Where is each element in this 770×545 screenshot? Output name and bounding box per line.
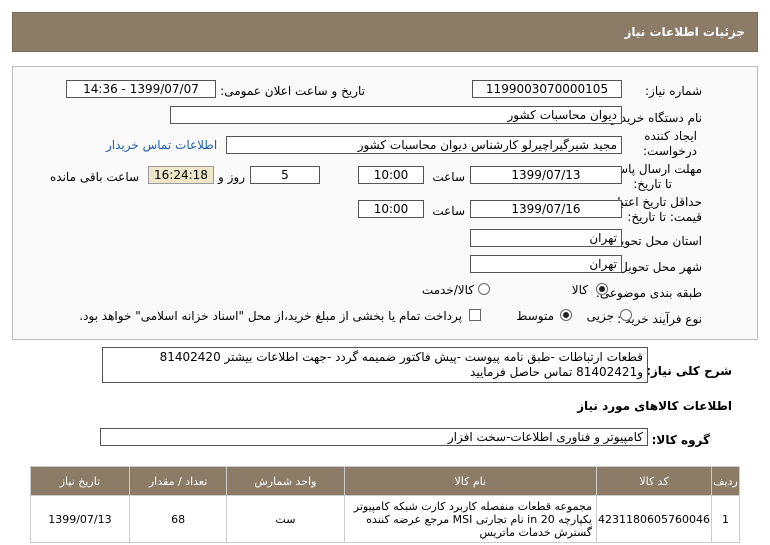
goods-table: ردیف کد کالا نام کالا واحد شمارش تعداد /… bbox=[30, 466, 740, 543]
city-label: شهر محل تحویل: bbox=[615, 260, 702, 274]
col-row: ردیف bbox=[711, 466, 740, 496]
cell-code: 4231180605760046 bbox=[596, 495, 713, 543]
remaining-time-field: 16:24:18 bbox=[148, 166, 214, 184]
deadline-time-label: ساعت bbox=[432, 170, 465, 184]
purchase-medium-radio[interactable] bbox=[560, 309, 572, 321]
category-goods-label: کالا bbox=[571, 283, 588, 297]
days-field[interactable]: 5 bbox=[250, 166, 320, 184]
category-label: طبقه بندی موضوعی: bbox=[595, 286, 702, 300]
description-box: قطعات ارتباطات -طبق نامه پیوست -پیش فاکت… bbox=[102, 347, 648, 383]
validity-time-field[interactable]: 10:00 bbox=[358, 200, 424, 218]
validity-date-field[interactable]: 1399/07/16 bbox=[470, 200, 622, 218]
creator-label-1: ایجاد کننده bbox=[644, 129, 697, 143]
validity-label-1: حداقل تاریخ اعتبار bbox=[611, 195, 702, 209]
remaining-label: ساعت باقی مانده bbox=[50, 170, 140, 184]
treasury-note: پرداخت تمام یا بخشی از مبلغ خرید،از محل … bbox=[79, 309, 462, 323]
days-label: روز و bbox=[218, 170, 245, 184]
col-qty: تعداد / مقدار bbox=[128, 466, 228, 496]
validity-time-label: ساعت bbox=[432, 204, 465, 218]
announce-label: تاریخ و ساعت اعلان عمومی: bbox=[220, 84, 365, 98]
city-field[interactable]: تهران bbox=[470, 255, 622, 273]
deadline-time-field[interactable]: 10:00 bbox=[358, 166, 424, 184]
col-code: کد کالا bbox=[596, 466, 713, 496]
col-unit: واحد شمارش bbox=[226, 466, 345, 496]
purchase-medium-label: متوسط bbox=[516, 309, 554, 323]
deadline-date-field[interactable]: 1399/07/13 bbox=[470, 166, 622, 184]
purchase-minor-label: جزیی bbox=[586, 309, 614, 323]
goods-table-header: ردیف کد کالا نام کالا واحد شمارش تعداد /… bbox=[30, 466, 740, 496]
buyer-org-field[interactable]: دیوان محاسبات کشور bbox=[170, 106, 622, 124]
deadline-label-2: تا تاریخ: bbox=[633, 177, 672, 191]
category-goods-service-radio[interactable] bbox=[478, 283, 490, 295]
table-row[interactable]: 1 4231180605760046 مجموعه قطعات منفصله ک… bbox=[30, 495, 740, 543]
col-date: تاریخ نیاز bbox=[30, 466, 130, 496]
cell-unit: ست bbox=[226, 495, 345, 543]
validity-label-2: قیمت: تا تاریخ: bbox=[627, 210, 702, 224]
page-header: جزئیات اطلاعات نیاز bbox=[12, 12, 758, 52]
goods-section-title: اطلاعات کالاهای مورد نیاز bbox=[577, 399, 732, 413]
creator-label-2: درخواست: bbox=[643, 144, 697, 158]
goods-group-label: گروه کالا: bbox=[651, 433, 710, 447]
col-name: نام کالا bbox=[343, 466, 598, 496]
category-goods-radio[interactable] bbox=[596, 283, 608, 295]
cell-date: 1399/07/13 bbox=[30, 495, 130, 543]
description-label: شرح کلی نیاز: bbox=[646, 364, 732, 378]
purchase-minor-radio[interactable] bbox=[620, 309, 632, 321]
need-number-label: شماره نیاز: bbox=[645, 84, 702, 98]
need-number-field[interactable]: 1199003070000105 bbox=[472, 80, 622, 98]
goods-group-field[interactable]: کامپیوتر و فناوری اطلاعات-سخت افزار bbox=[100, 428, 648, 446]
page-title: جزئیات اطلاعات نیاز bbox=[624, 25, 745, 39]
cell-name: مجموعه قطعات منفصله کاربرد کارت شبکه کام… bbox=[343, 495, 598, 543]
buyer-contact-link[interactable]: اطلاعات تماس خریدار bbox=[106, 138, 217, 152]
category-goods-service-label: کالا/خدمت bbox=[421, 283, 474, 297]
treasury-checkbox[interactable] bbox=[469, 309, 481, 321]
announce-field[interactable]: 1399/07/07 - 14:36 bbox=[66, 80, 216, 98]
cell-row: 1 bbox=[711, 495, 740, 543]
province-field[interactable]: تهران bbox=[470, 229, 622, 247]
creator-field[interactable]: مجید شیرگیراچیرلو کارشناس دیوان محاسبات … bbox=[226, 136, 622, 154]
cell-qty: 68 bbox=[128, 495, 228, 543]
